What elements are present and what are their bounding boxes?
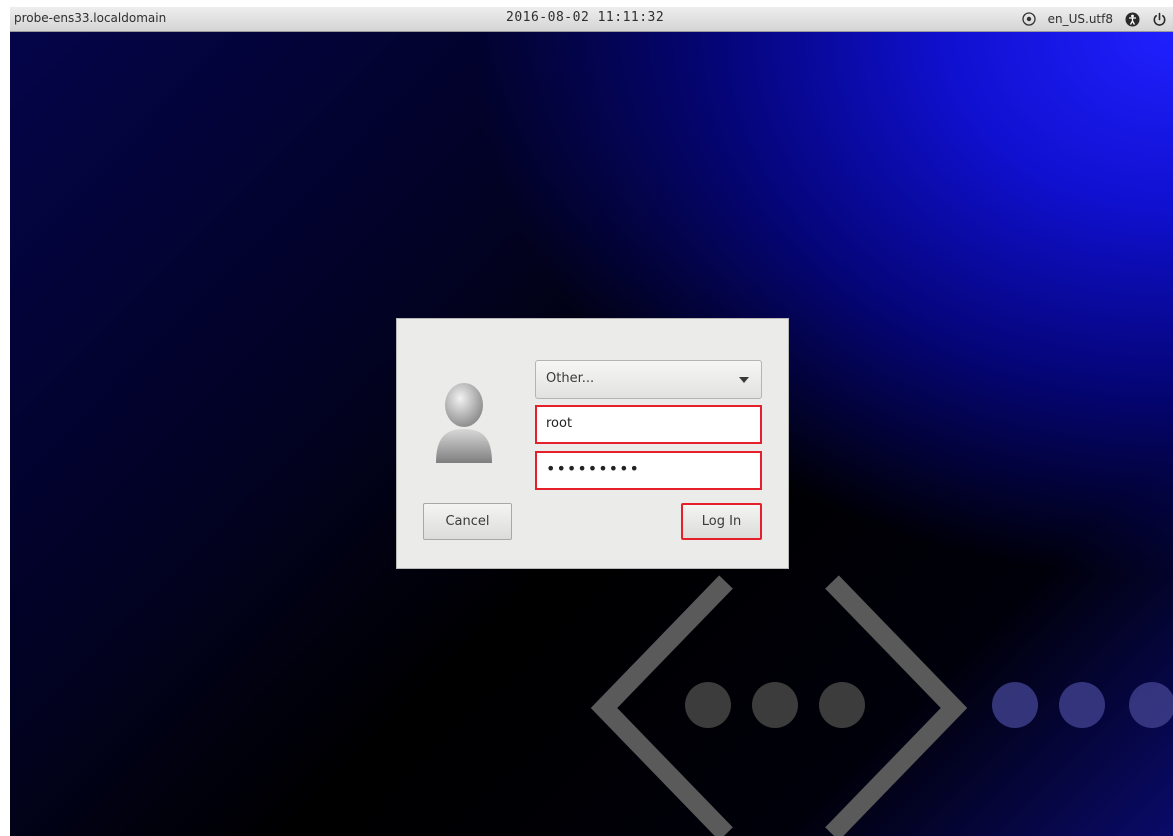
chevron-down-icon — [739, 377, 749, 383]
accessibility-icon[interactable] — [1125, 12, 1140, 27]
screen: probe-ens33.localdomain 2016-08-02 11:11… — [10, 7, 1173, 836]
keyboard-icon[interactable] — [1021, 12, 1036, 26]
username-field[interactable]: root — [535, 405, 762, 444]
system-tray: en_US.utf8 — [1021, 10, 1167, 28]
user-select-label: Other... — [546, 371, 595, 386]
username-value: root — [546, 416, 573, 431]
password-field[interactable]: ••••••••• — [535, 451, 762, 490]
top-panel: probe-ens33.localdomain 2016-08-02 11:11… — [10, 7, 1173, 32]
hostname-label: probe-ens33.localdomain — [14, 11, 167, 25]
password-value: ••••••••• — [546, 459, 640, 478]
login-dialog: Other... root ••••••••• Cancel Log In — [396, 318, 789, 569]
user-avatar-icon — [436, 383, 492, 463]
login-button[interactable]: Log In — [681, 503, 762, 540]
background-logo-graphic — [590, 575, 1173, 836]
user-select-dropdown[interactable]: Other... — [535, 360, 762, 399]
clock[interactable]: 2016-08-02 11:11:32 — [506, 10, 664, 25]
cancel-button[interactable]: Cancel — [423, 503, 512, 540]
power-icon[interactable] — [1152, 12, 1167, 27]
locale-label[interactable]: en_US.utf8 — [1048, 12, 1113, 26]
